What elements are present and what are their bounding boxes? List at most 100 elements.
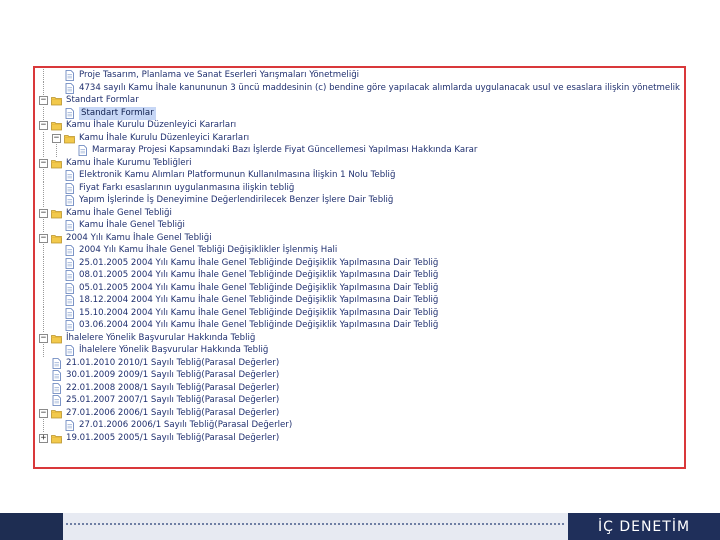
tree-item-label[interactable]: 08.01.2005 2004 Yılı Kamu İhale Genel Te…: [79, 269, 438, 282]
tree-row[interactable]: − Kamu İhale Kurumu Tebliğleri: [35, 157, 684, 170]
tree-guide-line: [43, 256, 44, 270]
tree-item-label[interactable]: 21.01.2010 2010/1 Sayılı Tebliğ(Parasal …: [66, 357, 279, 370]
tree-row[interactable]: Elektronik Kamu Alımları Platformunun Ku…: [35, 169, 684, 182]
tree-node: 25.01.2005 2004 Yılı Kamu İhale Genel Te…: [52, 257, 438, 270]
tree-node: Yapım İşlerinde İş Deneyimine Değerlendi…: [52, 194, 393, 207]
tree-row[interactable]: 27.01.2006 2006/1 Sayılı Tebliğ(Parasal …: [35, 419, 684, 432]
tree-node: 08.01.2005 2004 Yılı Kamu İhale Genel Te…: [52, 269, 438, 282]
tree-row[interactable]: 2004 Yılı Kamu İhale Genel Tebliği Değiş…: [35, 244, 684, 257]
tree-row[interactable]: 22.01.2008 2008/1 Sayılı Tebliğ(Parasal …: [35, 382, 684, 395]
collapse-toggle-icon[interactable]: −: [39, 208, 48, 218]
collapse-toggle-icon[interactable]: −: [39, 408, 48, 418]
folder-icon: [51, 233, 62, 244]
tree-guide-line: [43, 131, 44, 145]
tree-item-label[interactable]: 22.01.2008 2008/1 Sayılı Tebliğ(Parasal …: [66, 382, 279, 395]
tree-item-label[interactable]: 05.01.2005 2004 Yılı Kamu İhale Genel Te…: [79, 282, 438, 295]
tree-item-label[interactable]: 18.12.2004 2004 Yılı Kamu İhale Genel Te…: [79, 294, 438, 307]
collapse-toggle-icon[interactable]: −: [52, 133, 61, 143]
tree-node: Fiyat Farkı esaslarının uygulanmasına il…: [52, 182, 294, 195]
tree-row[interactable]: 15.10.2004 2004 Yılı Kamu İhale Genel Te…: [35, 306, 684, 320]
tree-item-label[interactable]: 25.01.2005 2004 Yılı Kamu İhale Genel Te…: [79, 257, 438, 270]
document-icon: [64, 182, 75, 194]
tree-item-label[interactable]: Fiyat Farkı esaslarının uygulanmasına il…: [79, 182, 294, 195]
tree-guide-line: [43, 144, 44, 157]
tree-node: Elektronik Kamu Alımları Platformunun Ku…: [52, 169, 395, 182]
tree-row[interactable]: − Kamu İhale Kurulu Düzenleyici Kararları: [35, 131, 684, 145]
tree-item-label[interactable]: 2004 Yılı Kamu İhale Genel Tebliği: [66, 232, 212, 245]
tree-item-label[interactable]: 25.01.2007 2007/1 Sayılı Tebliğ(Parasal …: [66, 394, 279, 407]
tree-row[interactable]: Kamu İhale Genel Tebliği: [35, 219, 684, 232]
document-icon: [64, 420, 75, 431]
tree-item-label[interactable]: Yapım İşlerinde İş Deneyimine Değerlendi…: [79, 194, 393, 207]
tree-node: 25.01.2007 2007/1 Sayılı Tebliğ(Parasal …: [39, 394, 279, 407]
tree-row[interactable]: Yapım İşlerinde İş Deneyimine Değerlendi…: [35, 194, 684, 207]
tree-row[interactable]: − İhalelere Yönelik Başvurular Hakkında T…: [35, 332, 684, 345]
tree-item-label[interactable]: Standart Formlar: [66, 94, 139, 107]
tree-row[interactable]: Proje Tasarım, Planlama ve Sanat Eserler…: [35, 69, 684, 82]
document-icon: [51, 395, 62, 406]
tree-item-label[interactable]: 27.01.2006 2006/1 Sayılı Tebliğ(Parasal …: [79, 419, 292, 432]
tree-row[interactable]: 25.01.2005 2004 Yılı Kamu İhale Genel Te…: [35, 256, 684, 270]
tree-item-label[interactable]: 03.06.2004 2004 Yılı Kamu İhale Genel Te…: [79, 319, 438, 332]
tree-node: Marmaray Projesi Kapsamındaki Bazı İşler…: [65, 144, 477, 157]
tree-item-label[interactable]: Marmaray Projesi Kapsamındaki Bazı İşler…: [92, 144, 477, 157]
tree-guide-line: [43, 306, 44, 320]
tree-node: 2004 Yılı Kamu İhale Genel Tebliği Değiş…: [52, 244, 337, 257]
tree-item-label[interactable]: 30.01.2009 2009/1 Sayılı Tebliğ(Parasal …: [66, 369, 279, 382]
tree-node: − Standart Formlar: [39, 94, 139, 107]
tree-item-label[interactable]: 19.01.2005 2005/1 Sayılı Tebliğ(Parasal …: [66, 432, 279, 445]
tree-guide-line: [43, 344, 44, 357]
tree-row[interactable]: 21.01.2010 2010/1 Sayılı Tebliğ(Parasal …: [35, 357, 684, 370]
tree-item-label[interactable]: 27.01.2006 2006/1 Sayılı Tebliğ(Parasal …: [66, 407, 279, 420]
tree-row[interactable]: Marmaray Projesi Kapsamındaki Bazı İşler…: [35, 144, 684, 157]
collapse-toggle-icon[interactable]: −: [39, 121, 48, 130]
tree-item-label[interactable]: Kamu İhale Kurulu Düzenleyici Kararları: [66, 119, 236, 132]
tree-item-label[interactable]: İhalelere Yönelik Başvurular Hakkında Te…: [66, 332, 255, 345]
tree-row[interactable]: 08.01.2005 2004 Yılı Kamu İhale Genel Te…: [35, 269, 684, 282]
tree-guide-line: [43, 419, 44, 432]
tree-item-label[interactable]: 15.10.2004 2004 Yılı Kamu İhale Genel Te…: [79, 307, 438, 320]
tree-row[interactable]: − 2004 Yılı Kamu İhale Genel Tebliği: [35, 232, 684, 245]
tree-row[interactable]: +19.01.2005 2005/1 Sayılı Tebliğ(Parasal…: [35, 432, 684, 445]
tree-row[interactable]: − Standart Formlar: [35, 94, 684, 107]
expand-toggle-icon[interactable]: +: [39, 433, 48, 443]
tree-node: − Kamu İhale Kurumu Tebliğleri: [39, 157, 192, 170]
tree-item-label[interactable]: 2004 Yılı Kamu İhale Genel Tebliği Değiş…: [79, 244, 337, 257]
tree-row[interactable]: 4734 sayılı Kamu İhale kanununun 3 üncü …: [35, 81, 684, 95]
collapse-toggle-icon[interactable]: −: [39, 233, 48, 243]
document-icon: [64, 245, 75, 256]
tree-item-label[interactable]: Proje Tasarım, Planlama ve Sanat Eserler…: [79, 69, 359, 82]
tree-item-label[interactable]: Elektronik Kamu Alımları Platformunun Ku…: [79, 169, 395, 182]
collapse-toggle-icon[interactable]: −: [39, 96, 48, 105]
tree-row[interactable]: Standart Formlar: [35, 106, 684, 120]
tree-row[interactable]: − Kamu İhale Kurulu Düzenleyici Kararları: [35, 119, 684, 132]
collapse-toggle-icon[interactable]: −: [39, 158, 48, 168]
tree-row[interactable]: Fiyat Farkı esaslarının uygulanmasına il…: [35, 181, 684, 195]
tree-item-label[interactable]: Kamu İhale Kurumu Tebliğleri: [66, 157, 192, 170]
tree-item-label[interactable]: İhalelere Yönelik Başvurular Hakkında Te…: [79, 344, 268, 357]
tree-node: Proje Tasarım, Planlama ve Sanat Eserler…: [52, 69, 359, 82]
tree-guide-line: [43, 281, 44, 295]
tree-item-label[interactable]: Standart Formlar: [79, 106, 156, 120]
tree-row[interactable]: − 27.01.2006 2006/1 Sayılı Tebliğ(Parasal…: [35, 407, 684, 420]
tree-item-label[interactable]: 4734 sayılı Kamu İhale kanununun 3 üncü …: [79, 82, 680, 95]
tree-item-label[interactable]: Kamu İhale Kurulu Düzenleyici Kararları: [79, 132, 249, 145]
tree-row[interactable]: 25.01.2007 2007/1 Sayılı Tebliğ(Parasal …: [35, 394, 684, 407]
tree-item-label[interactable]: Kamu İhale Genel Tebliği: [66, 207, 172, 220]
document-icon: [51, 382, 62, 394]
tree-row[interactable]: 18.12.2004 2004 Yılı Kamu İhale Genel Te…: [35, 294, 684, 307]
folder-icon: [51, 208, 62, 219]
tree-row[interactable]: 03.06.2004 2004 Yılı Kamu İhale Genel Te…: [35, 319, 684, 332]
tree-row[interactable]: 05.01.2005 2004 Yılı Kamu İhale Genel Te…: [35, 281, 684, 295]
tree-item-label[interactable]: Kamu İhale Genel Tebliği: [79, 219, 185, 232]
document-icon: [64, 195, 75, 206]
collapse-toggle-icon[interactable]: −: [39, 333, 48, 343]
tree-guide-line: [43, 181, 44, 195]
document-icon: [51, 357, 62, 369]
tree-guide-line: [43, 69, 44, 82]
tree-row[interactable]: İhalelere Yönelik Başvurular Hakkında Te…: [35, 344, 684, 357]
tree-node: − 2004 Yılı Kamu İhale Genel Tebliği: [39, 232, 212, 245]
tree-row[interactable]: − Kamu İhale Genel Tebliği: [35, 207, 684, 220]
tree-guide-line: [43, 81, 44, 95]
tree-row[interactable]: 30.01.2009 2009/1 Sayılı Tebliğ(Parasal …: [35, 369, 684, 382]
